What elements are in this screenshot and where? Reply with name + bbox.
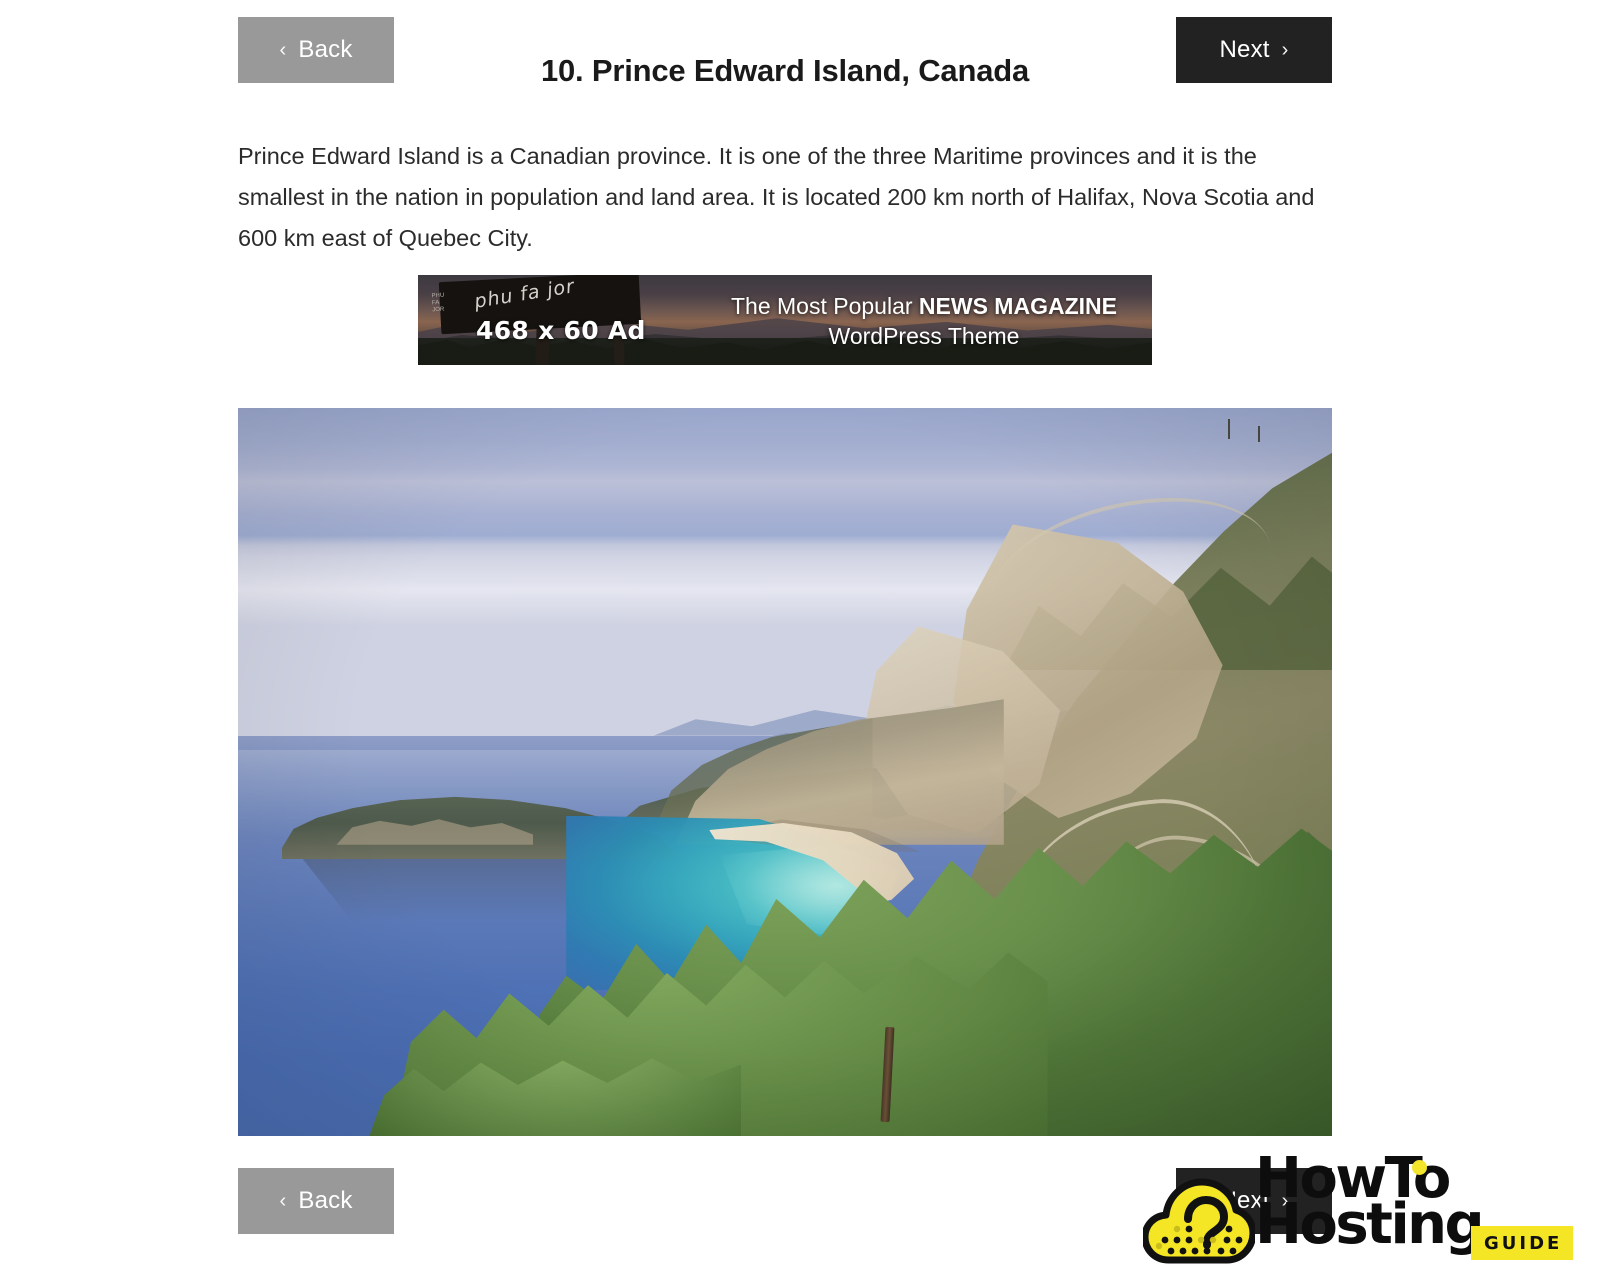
ad-headline: The Most Popular NEWS MAGAZINE (704, 291, 1144, 321)
ad-headline-regular: The Most Popular (731, 293, 919, 319)
chevron-left-icon: ‹ (279, 39, 287, 61)
howtohosting-logo[interactable]: HowTo Hosting GUIDE (1141, 1151, 1595, 1274)
back-button-label: Back (298, 1187, 353, 1214)
ad-subline: WordPress Theme (828, 323, 1020, 349)
top-navigation: ‹ Back Next › (238, 17, 1332, 83)
ad-size-label: 468 x 60 Ad (476, 316, 646, 345)
back-button-bottom[interactable]: ‹ Back (238, 1168, 394, 1234)
antenna-mast-icon-2 (1257, 426, 1260, 443)
logo-guide-badge: GUIDE (1471, 1226, 1574, 1260)
cloud-question-icon (1141, 1174, 1257, 1266)
logo-accent-dot-icon (1412, 1160, 1427, 1175)
page-root: ‹ Back Next › 10. Prince Edward Island, … (0, 0, 1600, 1280)
ad-banner[interactable]: PHU FA JOR phu fa jor 468 x 60 Ad The Most… (418, 275, 1152, 365)
back-button-top[interactable]: ‹ Back (238, 17, 394, 83)
article-body: Prince Edward Island is a Canadian provi… (238, 142, 1315, 251)
back-button-label: Back (298, 36, 353, 63)
chevron-right-icon: › (1281, 39, 1289, 61)
ad-headline-bold: NEWS MAGAZINE (918, 293, 1117, 319)
ad-signboard-small-text: PHU FA JOR (431, 292, 445, 314)
main-photo[interactable] (238, 408, 1332, 1136)
antenna-mast-icon (1228, 418, 1231, 439)
next-button-label: Next (1219, 36, 1270, 63)
ad-copy: The Most Popular NEWS MAGAZINE WordPress… (704, 291, 1144, 351)
chevron-left-icon: ‹ (279, 1190, 287, 1212)
next-button-top[interactable]: Next › (1176, 17, 1332, 83)
